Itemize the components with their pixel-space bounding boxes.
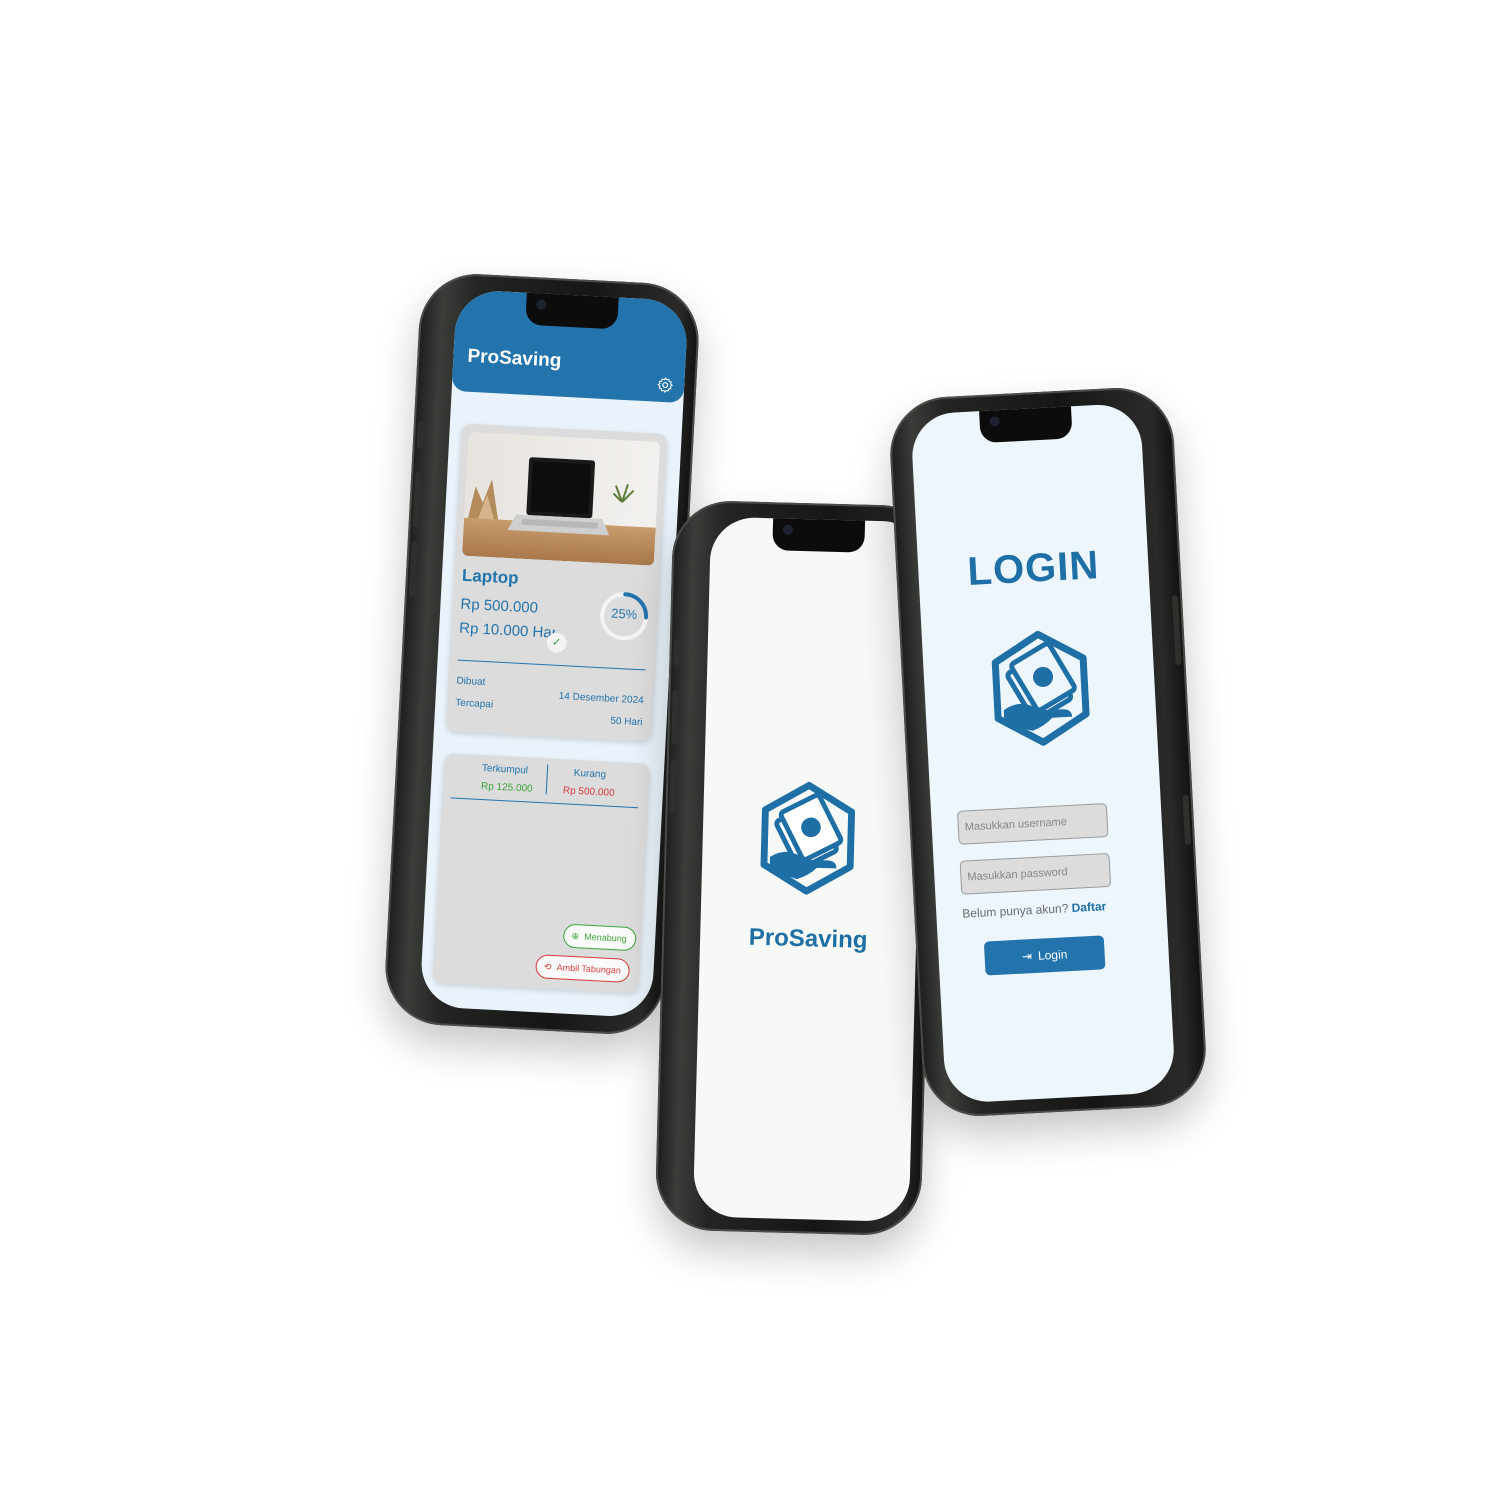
withdraw-icon: ⟲ xyxy=(543,961,552,972)
remaining-label: Kurang xyxy=(573,767,607,781)
summary-divider xyxy=(545,764,549,795)
dashboard-screen: ProSaving Laptop Rp 500.000 Rp 10.000 Ha… xyxy=(419,289,689,1019)
login-title: LOGIN xyxy=(966,543,1101,594)
money-hand-hexagon-icon xyxy=(991,630,1090,746)
register-prompt: Belum punya akun? Daftar xyxy=(962,899,1107,921)
register-link[interactable]: Daftar xyxy=(1071,899,1106,915)
goal-target-amount: Rp 500.000 xyxy=(460,595,539,617)
splash-app-name: ProSaving xyxy=(748,923,868,954)
login-button-label: Login xyxy=(1037,947,1068,963)
login-button[interactable]: ⇥ Login xyxy=(983,935,1106,976)
username-input[interactable] xyxy=(956,802,1109,845)
save-button[interactable]: ⊕ Menabung xyxy=(562,923,637,952)
splash-screen: ProSaving xyxy=(692,516,928,1223)
register-prompt-text: Belum punya akun? xyxy=(961,901,1069,921)
notch xyxy=(978,404,1073,444)
phone-splash: ProSaving xyxy=(654,499,940,1237)
phone-login: LOGIN Belum punya akun? Daftar ⇥ Login xyxy=(887,385,1209,1119)
withdraw-button-label: Ambil Tabungan xyxy=(556,962,622,976)
divider xyxy=(457,659,646,671)
created-value: 14 Desember 2024 xyxy=(558,690,644,707)
goal-daily-amount: Rp 10.000 Hari xyxy=(458,619,556,642)
remaining-value: Rp 500.000 xyxy=(562,785,615,799)
notch xyxy=(772,516,866,553)
save-button-label: Menabung xyxy=(584,931,628,944)
phone-dashboard: ProSaving Laptop Rp 500.000 Rp 10.000 Ha… xyxy=(382,271,702,1037)
reached-value: 50 Hari xyxy=(610,715,643,729)
notch xyxy=(525,290,619,330)
gear-icon[interactable] xyxy=(656,376,675,395)
summary-underline xyxy=(450,797,639,809)
plus-circle-icon: ⊕ xyxy=(571,930,580,942)
app-title: ProSaving xyxy=(466,345,562,372)
check-icon: ✓ xyxy=(546,632,568,654)
login-arrow-icon: ⇥ xyxy=(1021,949,1033,964)
reached-label: Tercapai xyxy=(455,697,494,711)
summary-card: Terkumpul Rp 125.000 Kurang Rp 500.000 ⊕… xyxy=(432,753,651,994)
login-screen: LOGIN Belum punya akun? Daftar ⇥ Login xyxy=(910,402,1176,1104)
password-input[interactable] xyxy=(959,852,1112,895)
goal-name: Laptop xyxy=(461,565,520,588)
goal-image xyxy=(462,431,661,566)
withdraw-button[interactable]: ⟲ Ambil Tabungan xyxy=(535,954,631,984)
goal-card[interactable]: Laptop Rp 500.000 Rp 10.000 Hari ✓ 25% D… xyxy=(445,423,668,742)
collected-label: Terkumpul xyxy=(481,763,529,777)
money-hand-hexagon-icon xyxy=(760,781,856,895)
created-label: Dibuat xyxy=(456,675,486,689)
collected-value: Rp 125.000 xyxy=(480,780,533,795)
progress-percent: 25% xyxy=(610,605,638,622)
